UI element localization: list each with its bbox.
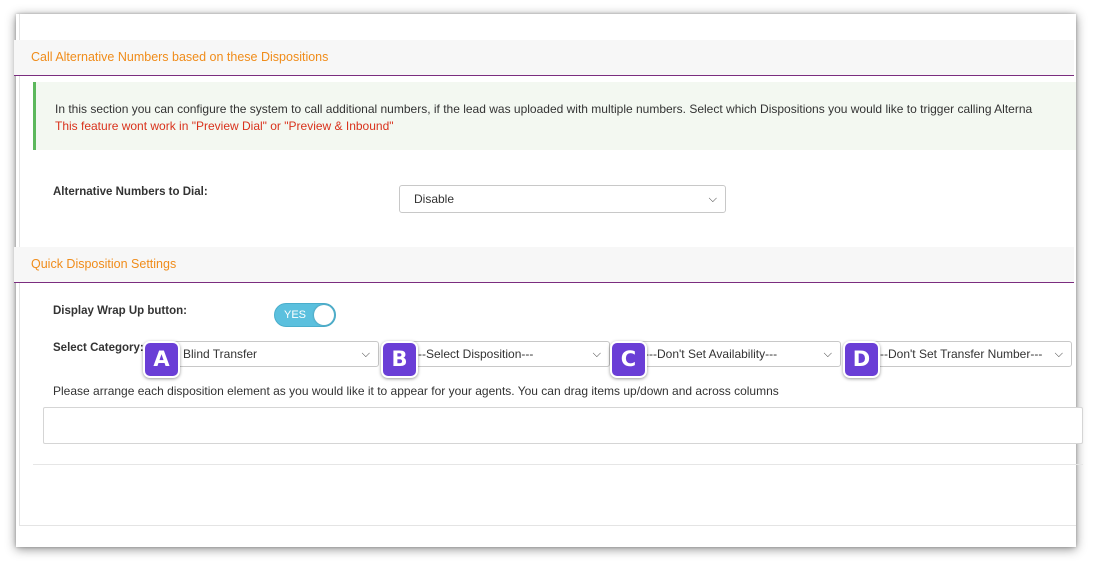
annotation-badge-a: A [143, 341, 180, 378]
alert-info-text: In this section you can configure the sy… [55, 102, 1033, 116]
alert-warning-text: This feature wont work in "Preview Dial"… [55, 119, 394, 133]
section-title: Quick Disposition Settings [31, 257, 177, 271]
disposition-drop-zone[interactable] [43, 407, 1083, 444]
alt-numbers-select[interactable]: Disable ⌵ [399, 185, 726, 213]
section-title: Call Alternative Numbers based on these … [31, 50, 329, 64]
section-header-alt-numbers: Call Alternative Numbers based on these … [14, 40, 1074, 76]
annotation-badge-d: D [843, 341, 880, 378]
category-select-value: Blind Transfer [183, 347, 258, 361]
chevron-down-icon: ⌵ [823, 348, 832, 360]
transfer-number-select[interactable]: ---Don't Set Transfer Number--- ⌵ [861, 341, 1072, 367]
disposition-select[interactable]: ---Select Disposition--- ⌵ [399, 341, 610, 367]
chevron-down-icon: ⌵ [592, 348, 601, 360]
chevron-down-icon: ⌵ [708, 193, 717, 205]
section-header-quick-dispo: Quick Disposition Settings [14, 247, 1074, 283]
wrap-up-label: Display Wrap Up button: [53, 305, 187, 317]
section-divider [33, 464, 1083, 465]
wrap-up-toggle[interactable]: YES [274, 303, 336, 327]
arrange-instructions: Please arrange each disposition element … [53, 384, 779, 398]
toggle-text: YES [284, 309, 307, 321]
toggle-knob [314, 305, 334, 325]
annotation-badge-b: B [381, 341, 418, 378]
availability-select-value: ---Don't Set Availability--- [645, 347, 778, 361]
info-alert: In this section you can configure the sy… [33, 82, 1076, 150]
alt-numbers-value: Disable [414, 192, 455, 206]
disposition-select-value: ---Select Disposition--- [414, 347, 534, 361]
chevron-down-icon: ⌵ [361, 348, 370, 360]
availability-select[interactable]: ---Don't Set Availability--- ⌵ [630, 341, 841, 367]
category-select[interactable]: Blind Transfer ⌵ [168, 341, 379, 367]
chevron-down-icon: ⌵ [1054, 348, 1063, 360]
alt-numbers-label: Alternative Numbers to Dial: [53, 186, 208, 198]
annotation-badge-c: C [610, 341, 647, 378]
category-label: Select Category: [53, 342, 144, 354]
transfer-number-select-value: ---Don't Set Transfer Number--- [876, 347, 1043, 361]
